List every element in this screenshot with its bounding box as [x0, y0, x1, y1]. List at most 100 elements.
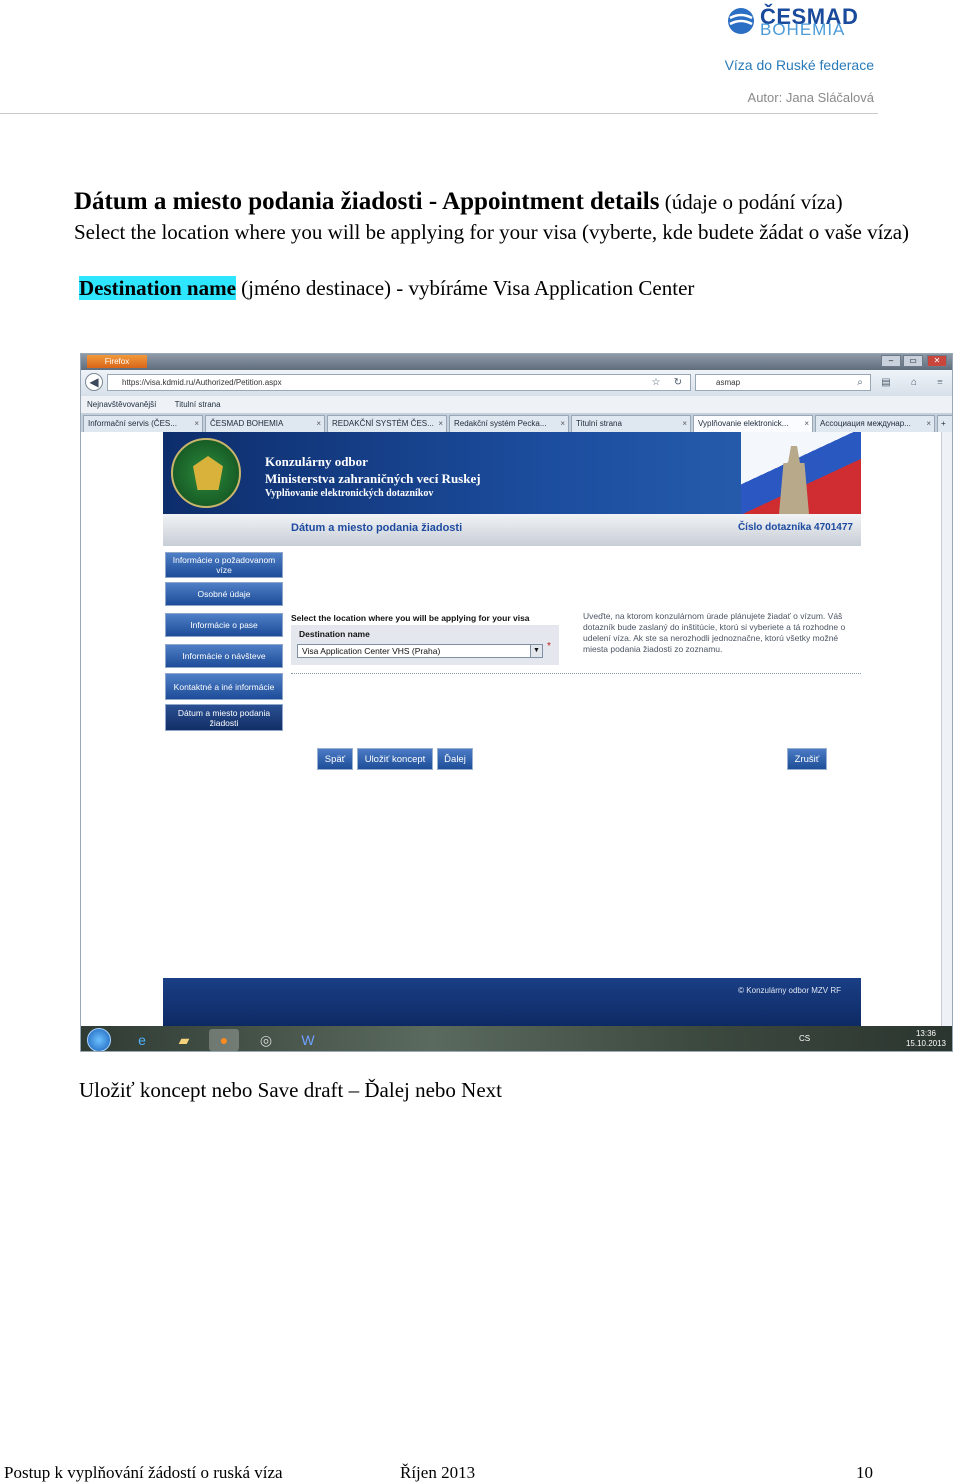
browser-tab[interactable]: ČESMAD BOHEMIA ×: [205, 415, 325, 432]
bookmarks-bar: Nejnavštěvovanější Titulní strana: [81, 396, 952, 413]
help-text: Uveďte, na ktorom konzulárnom úrade plán…: [583, 611, 846, 654]
search-input[interactable]: asmap: [695, 374, 871, 391]
word-icon[interactable]: W: [293, 1029, 323, 1051]
close-tab-icon[interactable]: ×: [438, 416, 443, 432]
heading-bold: Dátum a miesto podania žiadosti - Appoin…: [74, 188, 660, 215]
navigation-bar: ◀ https://visa.kdmid.ru/Authorized/Petit…: [81, 370, 952, 396]
close-tab-icon[interactable]: ×: [926, 416, 931, 432]
tab-label: Redakční systém Pecka...: [454, 419, 547, 428]
close-icon[interactable]: ✕: [927, 355, 947, 367]
page-number: 10: [856, 1463, 873, 1482]
coat-of-arms-icon: [171, 438, 241, 508]
footer-title: Postup k vyplňování žádostí o ruská víza: [4, 1463, 283, 1482]
questionnaire-number: Číslo dotazníka 4701477: [737, 522, 853, 533]
vertical-scrollbar[interactable]: [941, 432, 952, 1026]
tab-strip: Informační servis (ČES... × ČESMAD BOHEMI…: [81, 413, 952, 432]
bookmark-item[interactable]: Nejnavštěvovanější: [87, 400, 156, 409]
clock[interactable]: 13:36 15.10.2013: [906, 1029, 946, 1049]
windows-taskbar: e ▰ ● ◎ W CS 13:36 15.10.2013: [81, 1026, 952, 1051]
header-divider: [0, 113, 878, 114]
bookmark-item[interactable]: Titulní strana: [175, 400, 221, 409]
ie-icon[interactable]: e: [127, 1029, 157, 1051]
document-author: Autor: Jana Sláčalová: [747, 90, 874, 105]
menu-passport-info[interactable]: Informácie o pase: [165, 613, 283, 637]
home-icon[interactable]: ⌂: [907, 376, 921, 389]
destination-text: Destination name (jméno destinace) - vyb…: [79, 276, 694, 301]
firefox-icon[interactable]: ●: [209, 1029, 239, 1051]
app-icon[interactable]: ◎: [251, 1029, 281, 1051]
destination-panel: Destination name Visa Application Center…: [291, 625, 559, 665]
menu-appointment[interactable]: Dátum a miesto podania žiadosti: [165, 704, 283, 731]
banner-title-1: Konzulárny odbor: [265, 454, 368, 469]
close-tab-icon[interactable]: ×: [560, 416, 565, 432]
language-indicator[interactable]: CS: [799, 1034, 810, 1043]
next-button[interactable]: Ďalej: [437, 748, 473, 770]
close-tab-icon[interactable]: ×: [682, 416, 687, 432]
start-button-icon[interactable]: [87, 1028, 111, 1051]
menu-personal-data[interactable]: Osobné údaje: [165, 582, 283, 606]
tab-label: Titulní strana: [576, 419, 622, 428]
menu-contact-info[interactable]: Kontaktné a iné informácie: [165, 673, 283, 700]
bookmark-icon[interactable]: ▤: [879, 376, 893, 389]
globe-icon: [728, 8, 754, 34]
web-page: Konzulárny odbor Ministerstva zahraničný…: [81, 432, 952, 1026]
save-draft-button[interactable]: Uložiť koncept: [357, 748, 433, 770]
tab-label: REDAKČNÍ SYSTÉM ČES...: [332, 419, 434, 428]
destination-label: Destination name: [299, 629, 370, 639]
clock-time: 13:36: [915, 1029, 936, 1038]
document-title: Víza do Ruské federace: [724, 57, 874, 73]
destination-value: Visa Application Center VHS (Praha): [302, 646, 441, 656]
star-icon[interactable]: ☆: [649, 376, 663, 389]
close-tab-icon[interactable]: ×: [316, 416, 321, 432]
dotted-divider: [291, 673, 861, 674]
tab-label: ČESMAD BOHEMIA: [210, 419, 284, 428]
destination-highlight: Destination name: [79, 276, 236, 300]
cancel-button[interactable]: Zrušiť: [787, 748, 827, 770]
destination-select[interactable]: Visa Application Center VHS (Praha) ▼: [297, 644, 543, 658]
dropdown-arrow-icon[interactable]: ▼: [530, 645, 542, 657]
banner-subtitle: Vyplňovanie elektronických dotazníkov: [265, 488, 434, 499]
section-title: Dátum a miesto podania žiadosti: [291, 522, 463, 534]
close-tab-icon[interactable]: ×: [194, 416, 199, 432]
browser-tab[interactable]: Ассоциация междунар... ×: [815, 415, 935, 432]
banner-title-2: Ministerstva zahraničných vecí Ruskej: [265, 471, 481, 486]
site-footer: © Konzulárny odbor MZV RF: [163, 978, 861, 1026]
browser-tab[interactable]: Redakční systém Pecka... ×: [449, 415, 569, 432]
embedded-screenshot: Firefox – ▭ ✕ ◀ https://visa.kdmid.ru/Au…: [80, 353, 953, 1052]
folder-icon[interactable]: ▰: [169, 1029, 199, 1051]
screenshot-caption: Uložiť koncept nebo Save draft – Ďalej n…: [79, 1078, 503, 1102]
form-instruction: Select the location where you will be ap…: [291, 613, 530, 623]
tab-label: Vyplňovanie elektronick...: [698, 419, 789, 428]
browser-tab[interactable]: Titulní strana ×: [571, 415, 691, 432]
reload-icon[interactable]: ↻: [671, 376, 685, 389]
minimize-icon[interactable]: –: [881, 355, 901, 367]
browser-tab[interactable]: REDAKČNÍ SYSTÉM ČES... ×: [327, 415, 447, 432]
menu-icon[interactable]: ≡: [933, 376, 947, 389]
section-header-bar: Dátum a miesto podania žiadosti Číslo do…: [163, 514, 861, 546]
tab-label: Ассоциация междунар...: [820, 419, 911, 428]
menu-visit-info[interactable]: Informácie o návšteve: [165, 644, 283, 668]
clock-date: 15.10.2013: [905, 1039, 946, 1048]
tab-label: Informační servis (ČES...: [88, 419, 177, 428]
back-button[interactable]: Späť: [317, 748, 353, 770]
section-heading: Dátum a miesto podania žiadosti - Appoin…: [74, 188, 843, 216]
browser-titlebar: Firefox – ▭ ✕: [81, 354, 952, 370]
search-icon[interactable]: ⌕: [853, 376, 867, 389]
back-arrow-icon[interactable]: ◀: [85, 373, 103, 391]
new-tab-button[interactable]: +: [937, 415, 952, 432]
url-input[interactable]: https://visa.kdmid.ru/Authorized/Petitio…: [107, 374, 691, 391]
logo-line2: BOHEMIA: [760, 20, 846, 39]
required-mark: *: [547, 641, 551, 652]
destination-rest: (jméno destinace) - vybíráme Visa Applic…: [235, 276, 695, 300]
site-banner: Konzulárny odbor Ministerstva zahraničný…: [163, 432, 861, 514]
menu-visa-info[interactable]: Informácie o požadovanom víze: [165, 552, 283, 578]
instruction-text: Select the location where you will be ap…: [74, 220, 910, 244]
firefox-menu-button[interactable]: Firefox: [87, 355, 147, 368]
footer-date: Říjen 2013: [400, 1463, 476, 1482]
close-tab-icon[interactable]: ×: [804, 416, 809, 432]
browser-tab[interactable]: Informační servis (ČES... ×: [83, 415, 203, 432]
maximize-icon[interactable]: ▭: [903, 355, 923, 367]
browser-tab-active[interactable]: Vyplňovanie elektronick... ×: [693, 415, 813, 432]
eagle-icon: [193, 456, 223, 490]
heading-sub: (údaje o podání víza): [659, 190, 843, 214]
